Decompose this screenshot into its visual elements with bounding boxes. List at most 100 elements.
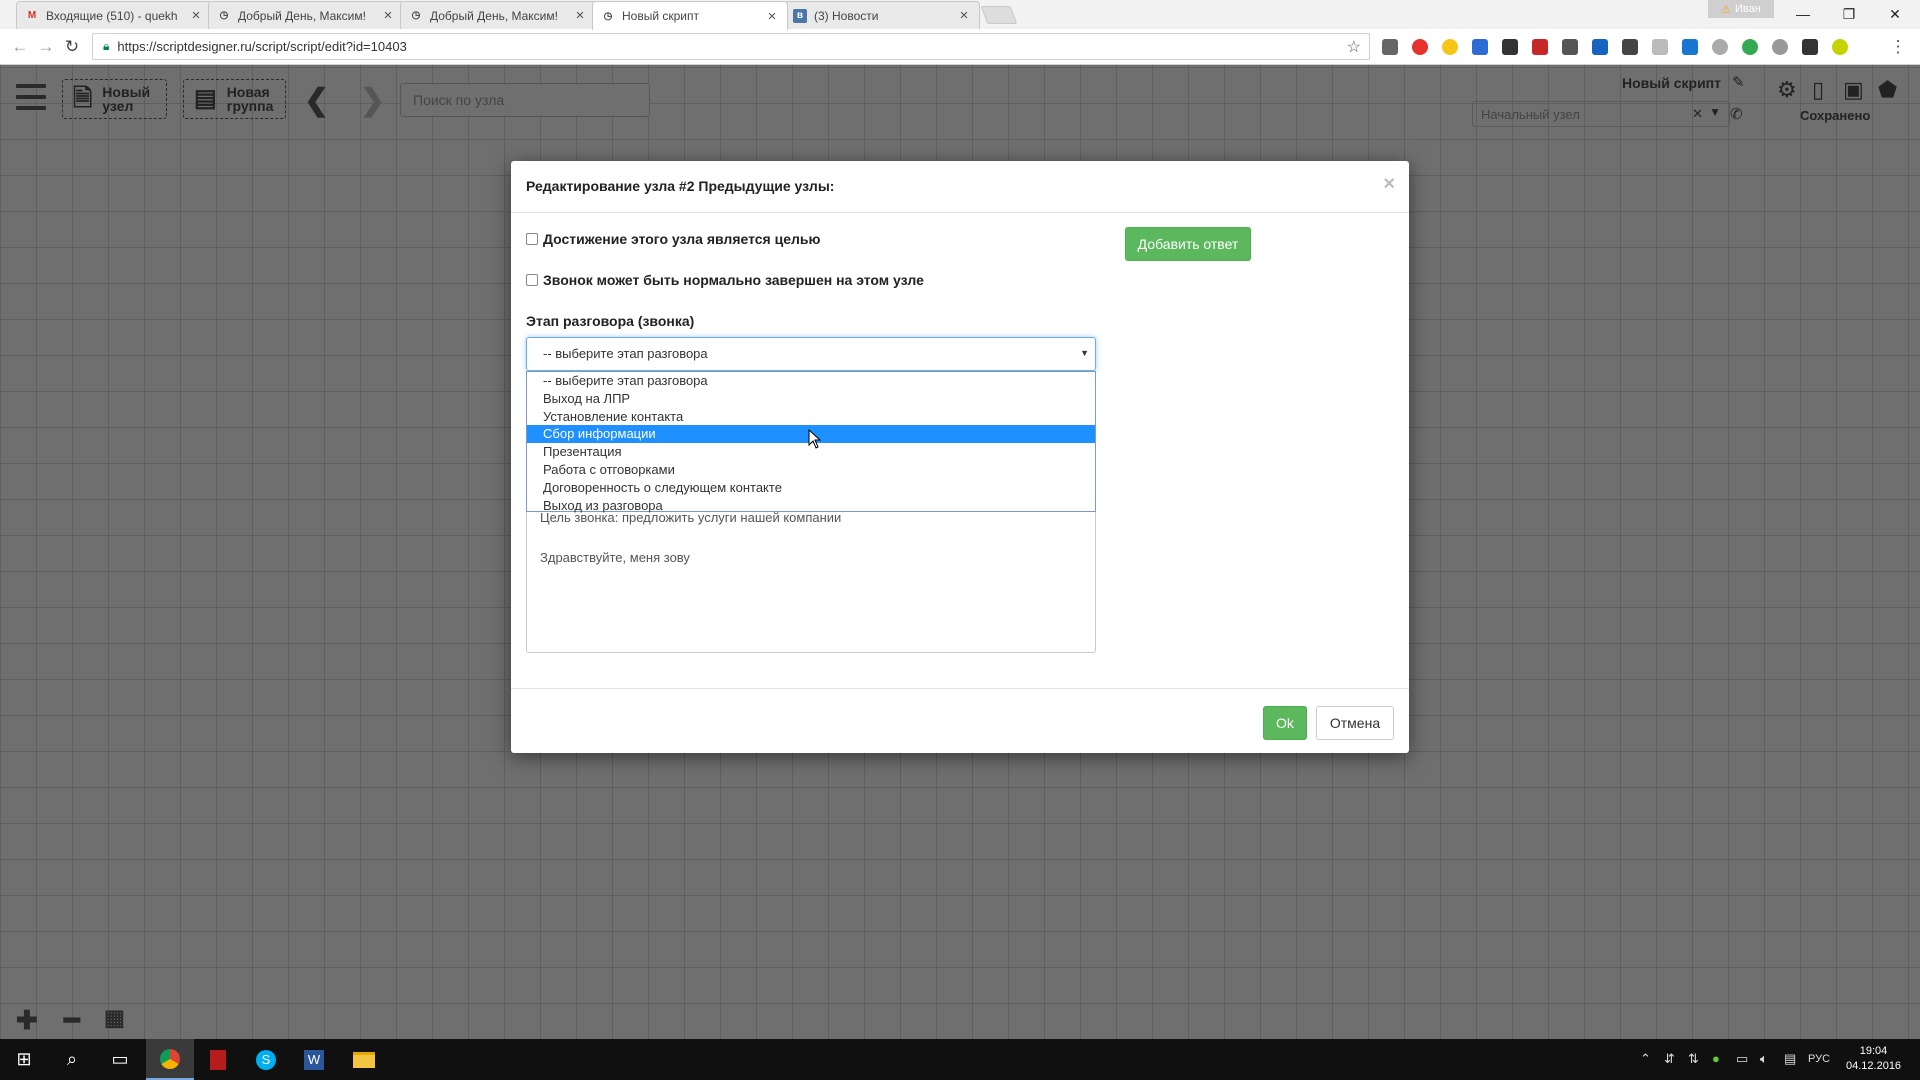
extension-icon[interactable] (1772, 39, 1788, 55)
stage-option[interactable]: -- выберите этап разговора (527, 372, 1095, 390)
warning-icon: ⚠ (1721, 3, 1732, 16)
search-icon[interactable]: ⌕ (48, 1039, 96, 1080)
stage-option[interactable]: Договоренность о следующем контакте (527, 479, 1095, 497)
windows-start-icon[interactable]: ⊞ (0, 1039, 48, 1080)
stage-option[interactable]: Установление контакта (527, 408, 1095, 426)
extension-icon[interactable] (1802, 39, 1818, 55)
end-call-checkbox[interactable] (526, 274, 538, 286)
end-call-checkbox-label: Звонок может быть нормально завершен на … (543, 272, 924, 288)
hamburger-menu-icon[interactable] (16, 81, 46, 113)
new-tab-button[interactable] (980, 6, 1018, 24)
script-canvas[interactable]: 🗎︎ Новый узел ▤ Новая группа ❮ ❯ Поиск по … (0, 65, 1920, 1039)
extension-icon[interactable] (1832, 39, 1848, 55)
tag-icon[interactable]: ⬟ (1878, 77, 1897, 103)
zoom-out-icon[interactable]: ━ (64, 1005, 80, 1036)
start-node-select[interactable]: Начальный узел ✕ ▼ (1472, 101, 1730, 127)
stage-option[interactable]: Выход из разговора (527, 497, 1095, 515)
grammarly-icon[interactable] (1742, 39, 1758, 55)
goal-checkbox[interactable] (526, 233, 538, 245)
browser-menu-icon[interactable]: ⋮ (1886, 35, 1910, 59)
opera-icon[interactable] (1412, 39, 1428, 55)
tray-icon[interactable]: ⇵ (1664, 1051, 1675, 1067)
save-status: Сохранено (1800, 108, 1871, 123)
extension-icon[interactable] (1592, 39, 1608, 55)
clock[interactable]: 19:04 04.12.2016 (1846, 1044, 1901, 1074)
address-bar[interactable]: 🔒︎ https://scriptdesigner.ru/script/scri… (92, 33, 1370, 60)
notification-icon[interactable]: ▤ (1784, 1051, 1796, 1067)
redo-arrow-icon[interactable]: ❯ (360, 83, 385, 118)
forward-icon[interactable]: → (34, 35, 58, 59)
close-tab-icon[interactable]: × (765, 8, 779, 25)
browser-tab-dobry-2[interactable]: ◷ Добрый День, Максим! × (400, 1, 596, 29)
browser-tab-dobry-1[interactable]: ◷ Добрый День, Максим! × (208, 1, 404, 29)
extension-icon[interactable] (1532, 39, 1548, 55)
browser-toolbar: ← → ↻ 🔒︎ https://scriptdesigner.ru/scrip… (0, 29, 1920, 65)
gear-icon[interactable]: ⚙ (1777, 77, 1797, 103)
extension-icon[interactable] (1712, 39, 1728, 55)
extension-icon[interactable] (1652, 39, 1668, 55)
stage-option[interactable]: Работа с отговорками (527, 461, 1095, 479)
new-node-button[interactable]: 🗎︎ Новый узел (62, 79, 167, 119)
reload-icon[interactable]: ↻ (60, 35, 84, 59)
browser-tab-vk[interactable]: в (3) Новости × (784, 1, 980, 29)
extension-icon[interactable] (1562, 39, 1578, 55)
word-icon[interactable]: W (290, 1039, 338, 1080)
browser-tab-gmail[interactable]: M Входящие (510) - quekh × (16, 1, 212, 29)
text-line-greeting: Здравствуйте, меня зову (540, 550, 690, 565)
task-view-icon[interactable]: ▭ (96, 1039, 144, 1080)
file-explorer-icon[interactable] (340, 1039, 388, 1080)
image-icon[interactable]: ▣ (1843, 77, 1864, 103)
bookmark-star-icon[interactable]: ☆ (1347, 37, 1361, 57)
extension-icon[interactable] (1382, 39, 1398, 55)
close-icon[interactable]: × (1383, 173, 1395, 196)
ok-button[interactable]: Ok (1263, 706, 1307, 740)
script-title[interactable]: Новый скрипт (1622, 75, 1721, 91)
extension-icon[interactable] (1682, 39, 1698, 55)
modal-title: Редактирование узла #2 Предыдущие узлы: (526, 178, 835, 194)
tray-icon[interactable]: ⇅ (1688, 1051, 1699, 1067)
close-tab-icon[interactable]: × (957, 7, 971, 24)
cancel-button[interactable]: Отмена (1316, 706, 1394, 740)
new-group-button[interactable]: ▤ Новая группа (183, 79, 286, 119)
browser-tab-new-script[interactable]: ◷ Новый скрипт × (592, 1, 788, 30)
clear-icon[interactable]: ✕ (1692, 106, 1703, 122)
stage-option[interactable]: Выход на ЛПР (527, 390, 1095, 408)
undo-arrow-icon[interactable]: ❮ (304, 83, 329, 118)
end-call-checkbox-row[interactable]: Звонок может быть нормально завершен на … (526, 272, 924, 288)
restore-icon[interactable]: ❐ (1826, 0, 1872, 28)
goal-checkbox-label: Достижение этого узла является целью (543, 231, 821, 247)
back-icon[interactable]: ← (8, 35, 32, 59)
language-indicator[interactable]: РУС (1808, 1053, 1830, 1065)
chrome-taskbar-icon[interactable] (146, 1039, 194, 1080)
search-node-input[interactable]: Поиск по узла (400, 83, 650, 117)
close-tab-icon[interactable]: × (189, 7, 203, 24)
extension-icon[interactable] (1442, 39, 1458, 55)
app-toolbar: 🗎︎ Новый узел ▤ Новая группа ❮ ❯ Поиск по … (0, 65, 1920, 137)
chevron-down-icon[interactable]: ▼ (1709, 105, 1721, 119)
clock-time: 19:04 (1859, 1045, 1888, 1057)
close-window-icon[interactable]: ✕ (1872, 0, 1918, 28)
close-tab-icon[interactable]: × (381, 7, 395, 24)
download-extension-icon[interactable] (1472, 39, 1488, 55)
minimize-icon[interactable]: — (1780, 0, 1826, 28)
windows-taskbar: ⊞ ⌕ ▭ S W ⌃ ⇵ ⇅ ● ▭ 🔈︎ ▤ РУС 19:04 04.12… (0, 1039, 1920, 1080)
close-tab-icon[interactable]: × (573, 7, 587, 24)
network-icon[interactable]: ▭ (1736, 1051, 1748, 1067)
zoom-in-icon[interactable]: ✚ (16, 1005, 38, 1036)
profile-button[interactable]: ⚠ Иван (1708, 0, 1774, 18)
mobile-icon[interactable]: ▯ (1812, 77, 1824, 103)
tray-icon[interactable]: ● (1712, 1051, 1720, 1066)
phone-icon[interactable]: ✆ (1730, 105, 1743, 123)
tab-title: Входящие (510) - quekh (46, 8, 178, 23)
puzzle-icon[interactable] (1622, 39, 1638, 55)
goal-checkbox-row[interactable]: Достижение этого узла является целью (526, 231, 820, 247)
chevron-up-icon[interactable]: ⌃ (1640, 1051, 1651, 1067)
flash-icon[interactable] (1502, 39, 1518, 55)
volume-icon[interactable]: 🔈︎ (1760, 1051, 1768, 1067)
grid-icon[interactable]: ▦ (104, 1005, 125, 1031)
skype-icon[interactable]: S (242, 1039, 290, 1080)
add-answer-button[interactable]: Добавить ответ (1125, 227, 1251, 261)
stage-select[interactable]: -- выберите этап разговора ▼ (526, 337, 1096, 371)
pencil-icon[interactable]: ✎ (1732, 73, 1745, 91)
app-taskbar-icon[interactable] (194, 1039, 242, 1080)
